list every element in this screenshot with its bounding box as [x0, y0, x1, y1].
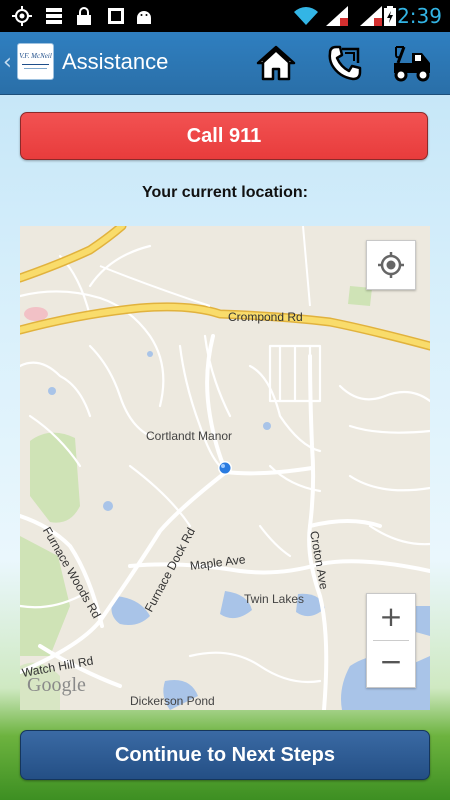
google-attribution: Google — [27, 674, 86, 696]
signal-icon-2 — [360, 6, 382, 26]
tow-truck-icon[interactable] — [390, 41, 434, 85]
call-911-button[interactable]: Call 911 — [20, 112, 428, 160]
continue-next-steps-button[interactable]: Continue to Next Steps — [20, 730, 430, 780]
app-logo[interactable]: V.F. McNeil — [17, 43, 54, 80]
logo-divider — [22, 64, 49, 65]
debug-icon — [108, 8, 124, 24]
signal-icon — [326, 6, 348, 26]
storage-icon — [46, 8, 62, 24]
minus-icon: − — [379, 645, 403, 678]
map-view[interactable]: Crompond Rd Cortlandt Manor Furnace Wood… — [20, 226, 430, 710]
logo-divider-2 — [24, 68, 47, 69]
map-label-cortlandt-manor: Cortlandt Manor — [146, 429, 233, 443]
clock: 2:39 — [397, 4, 442, 28]
plus-icon: + — [379, 600, 403, 633]
zoom-controls: + − — [366, 593, 416, 688]
zoom-in-button[interactable]: + — [367, 594, 415, 640]
wifi-icon — [294, 7, 318, 25]
up-caret-icon[interactable]: ‹ — [3, 50, 12, 75]
zoom-out-button[interactable]: − — [367, 641, 415, 687]
crosshair-icon — [378, 252, 404, 278]
action-bar: ‹ V.F. McNeil Assistance — [0, 32, 450, 95]
android-icon — [137, 11, 151, 24]
battery-icon — [384, 6, 396, 26]
my-location-button[interactable] — [366, 240, 416, 290]
status-bar: 2:39 — [0, 0, 450, 32]
map-label-crompond: Crompond Rd — [228, 310, 303, 324]
phone-icon[interactable] — [322, 41, 366, 85]
current-location-label: Your current location: — [142, 184, 308, 201]
lock-icon — [77, 7, 91, 25]
gps-icon — [12, 6, 32, 26]
logo-text: V.F. McNeil — [19, 52, 52, 60]
page-title: Assistance — [62, 49, 169, 74]
map-label-twin-lakes: Twin Lakes — [244, 592, 305, 606]
map-label-dickerson-pond: Dickerson Pond — [130, 694, 215, 708]
home-icon[interactable] — [254, 41, 298, 85]
